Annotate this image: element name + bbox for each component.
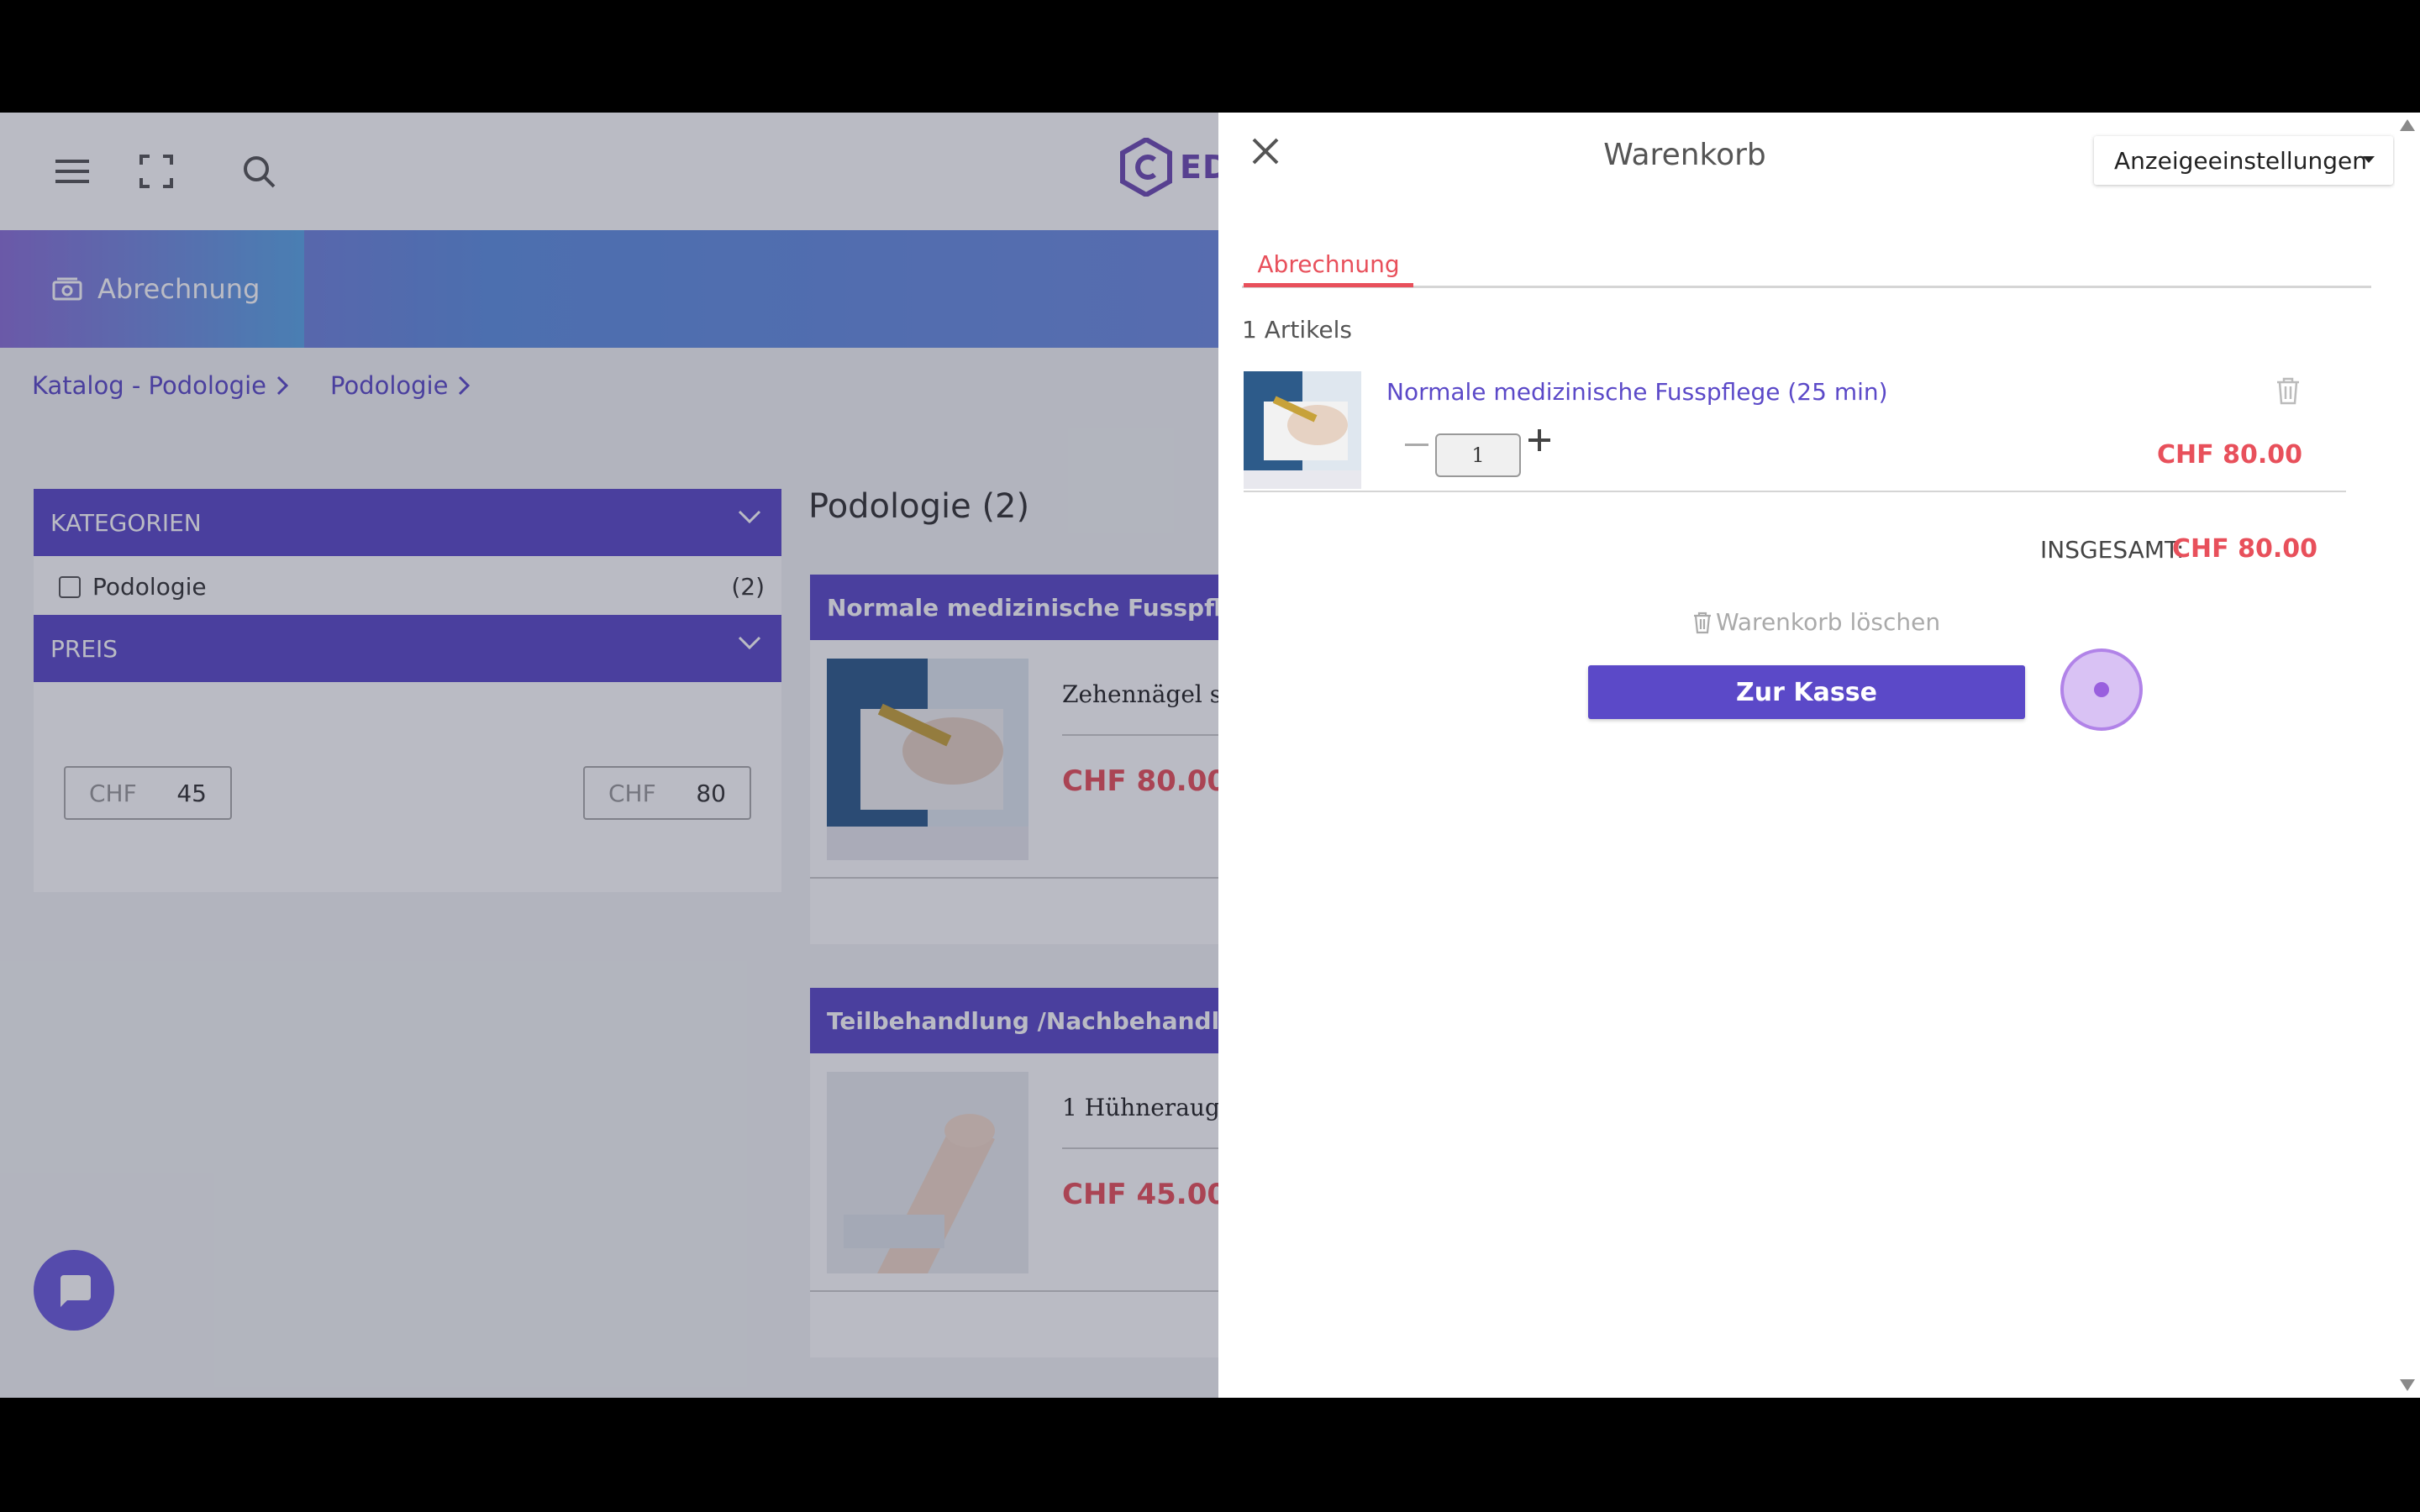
quantity-input[interactable]: 1 (1435, 433, 1521, 477)
app-screen: EDE Abrechnung Katalog - Podologie Podol… (0, 113, 2420, 1398)
items-count: 1 Artikels (1242, 316, 1352, 344)
cart-title: Warenkorb (1603, 138, 1766, 172)
total-label: INSGESAMT: (2040, 536, 2185, 564)
caret-down-icon (2363, 156, 2375, 163)
modal-backdrop[interactable] (0, 113, 1218, 1398)
clear-cart-link[interactable]: Warenkorb löschen (1692, 608, 1940, 636)
display-settings-dropdown[interactable]: Anzeigeeinstellungen (2094, 136, 2393, 185)
tab-abrechnung[interactable]: Abrechnung (1244, 250, 1413, 287)
trash-icon (1694, 612, 1711, 633)
scroll-down-arrow-icon[interactable] (2400, 1379, 2415, 1391)
display-settings-label: Anzeigeeinstellungen (2114, 146, 2367, 175)
cart-item-divider (1244, 491, 2346, 492)
clear-cart-label: Warenkorb löschen (1716, 608, 1941, 636)
catalog-page: EDE Abrechnung Katalog - Podologie Podol… (0, 113, 1218, 1398)
cursor-dot (2094, 682, 2109, 697)
cart-item-image (1244, 371, 1361, 489)
cart-panel: Warenkorb Anzeigeeinstellungen Abrechnun… (1218, 113, 2395, 1398)
cart-item-price: CHF 80.00 (2157, 440, 2302, 470)
scrollbar[interactable] (2395, 113, 2420, 1398)
cart-item-name[interactable]: Normale medizinische Fusspflege (25 min) (1386, 378, 1888, 406)
trash-icon[interactable] (2275, 376, 2301, 405)
total-value: CHF 80.00 (2172, 534, 2317, 564)
quantity-decrease-button[interactable] (1405, 432, 1430, 457)
scroll-up-arrow-icon[interactable] (2400, 119, 2415, 131)
checkout-button[interactable]: Zur Kasse (1588, 665, 2025, 719)
quantity-increase-button[interactable] (1526, 427, 1553, 454)
